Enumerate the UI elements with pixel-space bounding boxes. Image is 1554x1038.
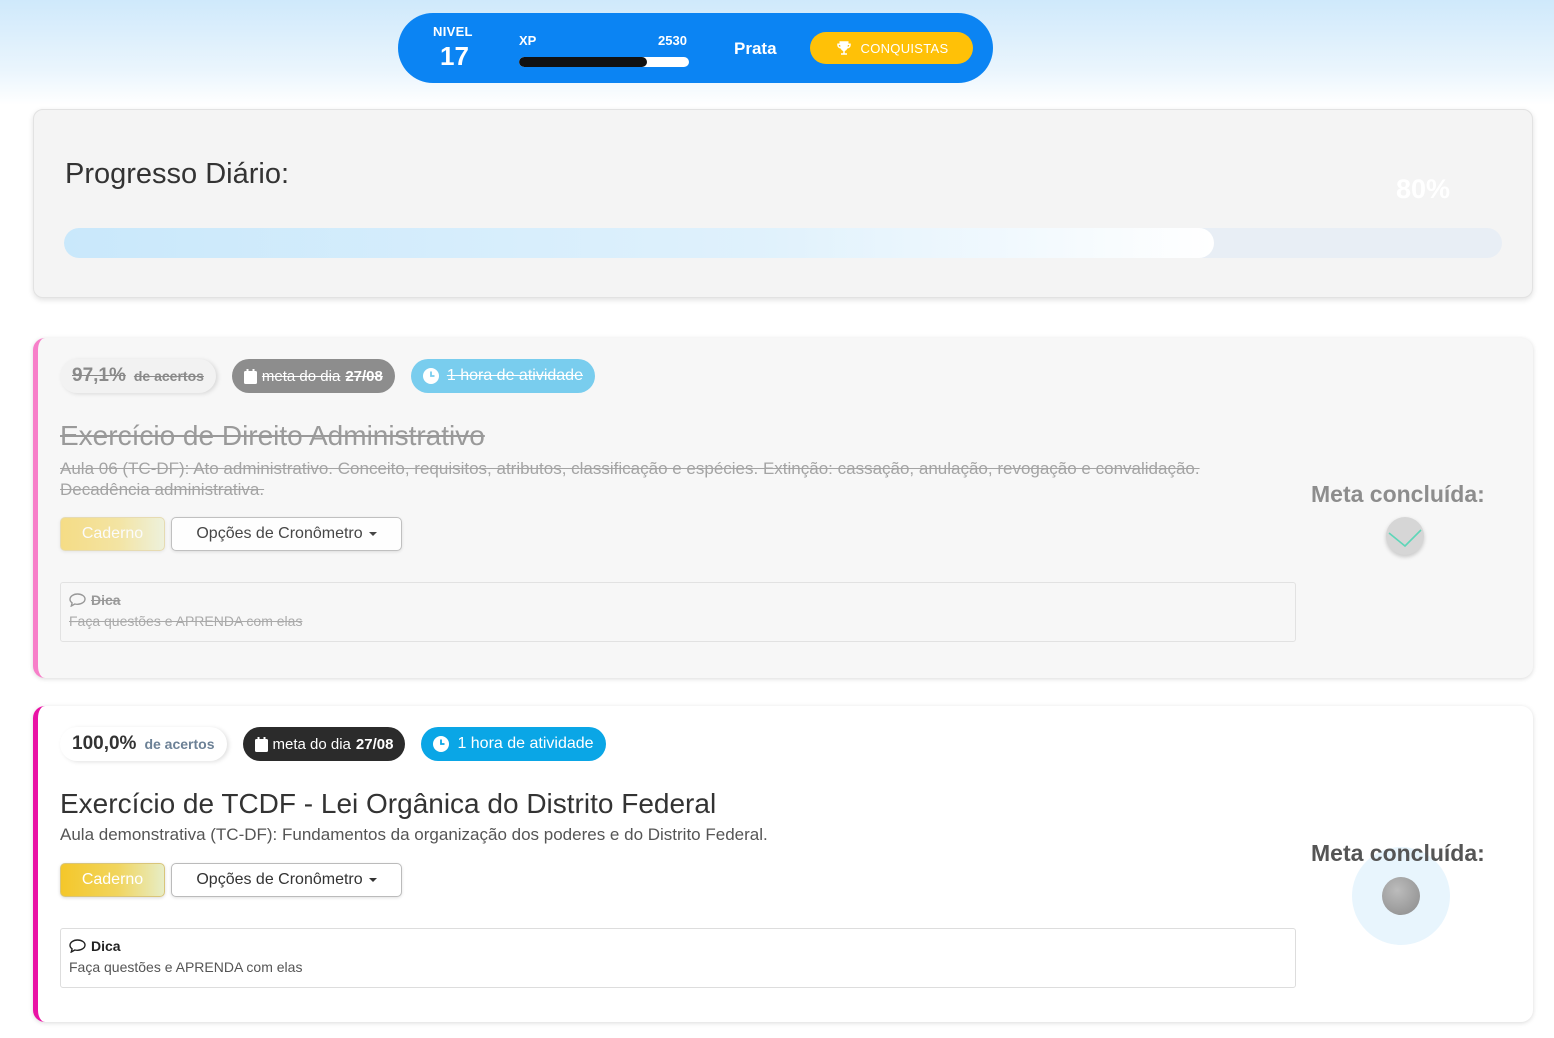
clock-icon [433, 736, 450, 752]
date-badge: meta do dia 27/08 [231, 359, 395, 393]
score-badge: 97,1% de acertos [60, 359, 216, 393]
tip-box: Dica Faça questões e APRENDA com elas [60, 928, 1296, 988]
level-value: 17 [440, 41, 469, 71]
calendar-icon [243, 368, 257, 384]
trophy-icon [836, 41, 851, 55]
xp-value: 2530 [658, 33, 687, 48]
achievements-button[interactable]: CONQUISTAS [810, 32, 973, 64]
task-actions: Caderno Opções de Cronômetro [60, 517, 402, 551]
speech-bubble-icon [69, 593, 86, 607]
score-badge: 100,0% de acertos [60, 727, 227, 761]
date-badge: meta do dia 27/08 [242, 727, 406, 761]
duration-label: 1 hora de atividade [446, 367, 583, 384]
xp-label: XP [519, 33, 537, 48]
speech-bubble-icon [69, 939, 86, 953]
level-label: NIVEL [433, 24, 473, 39]
daily-progress-title: Progresso Diário: [65, 158, 290, 190]
timer-options-label: Opções de Cronômetro [196, 871, 363, 888]
date-prefix: meta do dia [261, 367, 341, 385]
task-description: Aula 06 (TC-DF): Ato administrativo. Con… [60, 459, 1200, 499]
score-percent: 97,1% [72, 365, 126, 386]
chevron-down-icon [368, 878, 377, 882]
duration-label: 1 hora de atividade [457, 735, 594, 752]
achievements-label: CONQUISTAS [860, 40, 949, 56]
tip-text: Faça questões e APRENDA com elas [69, 959, 303, 975]
tip-box: Dica Faça questões e APRENDA com elas [60, 582, 1296, 642]
duration-badge: 1 hora de atividade [410, 359, 595, 393]
gamification-bar: NIVEL 17 XP 2530 Prata CONQUISTAS [398, 13, 993, 83]
task-badges: 100,0% de acertos meta do dia 27/08 1 ho… [60, 727, 606, 761]
task-actions: Caderno Opções de Cronômetro [60, 863, 402, 897]
timer-options-dropdown[interactable]: Opções de Cronômetro [171, 517, 402, 551]
task-description: Aula demonstrativa (TC-DF): Fundamentos … [60, 825, 768, 844]
tip-text: Faça questões e APRENDA com elas [69, 613, 303, 629]
goal-completed-label: Meta concluída: [1311, 840, 1485, 866]
goal-completed-toggle[interactable] [1382, 877, 1420, 915]
score-percent: 100,0% [72, 733, 137, 754]
tip-title: Dica [91, 938, 121, 954]
goal-completed-label: Meta concluída: [1311, 481, 1485, 507]
goal-completed-toggle[interactable] [1386, 517, 1424, 555]
task-title: Exercício de TCDF - Lei Orgânica do Dist… [60, 788, 717, 819]
daily-progress-bar [64, 228, 1502, 258]
date-value: 27/08 [345, 367, 383, 385]
duration-badge: 1 hora de atividade [421, 727, 606, 761]
score-label: de acertos [133, 368, 204, 384]
xp-progress-bar [519, 57, 689, 67]
daily-progress-card: Progresso Diário: 80% [33, 109, 1533, 298]
tier-label: Prata [734, 39, 777, 58]
clock-icon [422, 368, 439, 384]
task-card: 97,1% de acertos meta do dia 27/08 1 hor… [33, 338, 1533, 678]
tip-title: Dica [91, 592, 121, 608]
calendar-icon [254, 736, 268, 752]
daily-progress-percent: 80% [1396, 174, 1451, 204]
xp-progress-fill [519, 57, 647, 67]
timer-options-label: Opções de Cronômetro [196, 525, 363, 542]
task-card: 100,0% de acertos meta do dia 27/08 1 ho… [33, 706, 1533, 1022]
notebook-button[interactable]: Caderno [60, 517, 165, 551]
daily-progress-fill [64, 228, 1215, 258]
notebook-button[interactable]: Caderno [60, 863, 165, 897]
score-label: de acertos [144, 736, 215, 752]
chevron-down-icon [368, 532, 377, 536]
tip-header: Dica [69, 938, 121, 954]
date-value: 27/08 [355, 735, 394, 753]
date-prefix: meta do dia [272, 735, 351, 753]
tip-header: Dica [69, 592, 121, 608]
check-icon [1388, 529, 1422, 548]
task-title: Exercício de Direito Administrativo [60, 420, 485, 451]
timer-options-dropdown[interactable]: Opções de Cronômetro [171, 863, 402, 897]
task-badges: 97,1% de acertos meta do dia 27/08 1 hor… [60, 359, 595, 393]
